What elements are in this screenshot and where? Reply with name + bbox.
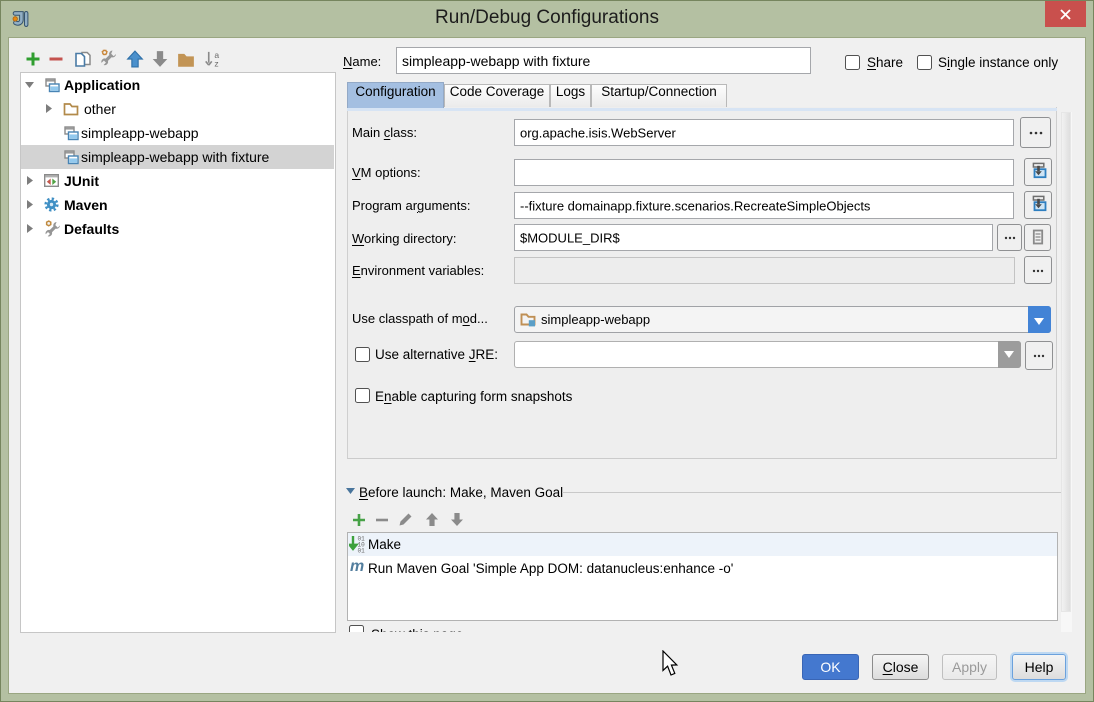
svg-text:z: z bbox=[214, 59, 218, 68]
svg-text:01: 01 bbox=[358, 548, 366, 554]
